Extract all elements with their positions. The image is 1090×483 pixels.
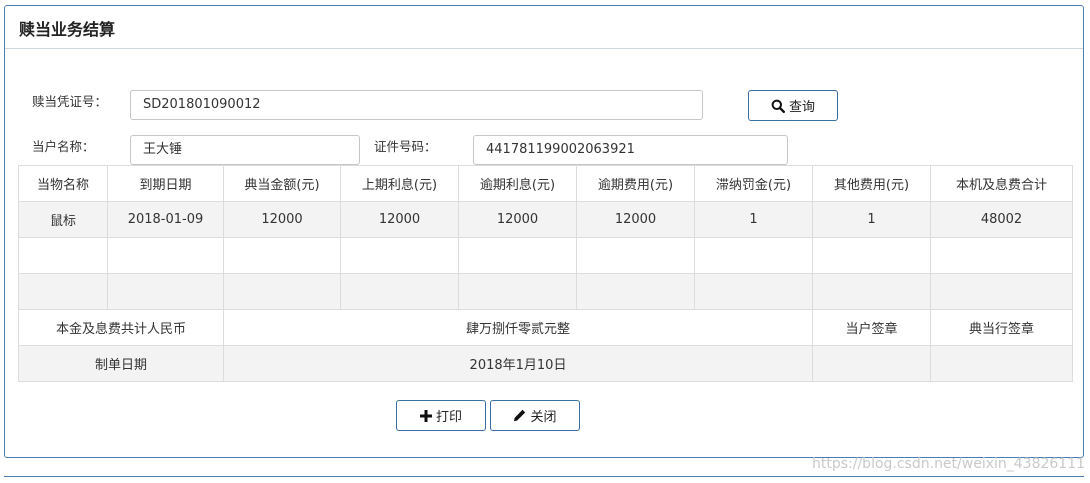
voucher-label: 赎当凭证号： xyxy=(32,94,108,109)
customer-label: 当户名称： xyxy=(32,139,95,154)
table-cell xyxy=(458,273,577,310)
total-amount-words: 肆万捌仟零贰元整 xyxy=(223,309,813,346)
id-number-input[interactable]: 441781199002063921 xyxy=(473,135,788,165)
plus-icon xyxy=(419,409,432,422)
table-cell: 鼠标 xyxy=(18,201,108,238)
date-row: 制单日期 2018年1月10日 xyxy=(18,345,1073,382)
column-header: 上期利息(元) xyxy=(340,165,459,202)
column-header: 其他费用(元) xyxy=(812,165,931,202)
customer-name-input[interactable]: 王大锤 xyxy=(130,135,360,165)
voucher-input[interactable]: SD201801090012 xyxy=(130,90,703,120)
table-cell: 12000 xyxy=(223,201,341,238)
total-label: 本金及息费共计人民币 xyxy=(18,309,224,346)
date-value: 2018年1月10日 xyxy=(223,345,813,382)
table-cell xyxy=(223,273,341,310)
table-cell: 12000 xyxy=(576,201,695,238)
id-number-label: 证件号码： xyxy=(374,139,437,154)
table-cell: 2018-01-09 xyxy=(107,201,224,238)
column-header: 本机及息费合计 xyxy=(930,165,1073,202)
table-cell: 12000 xyxy=(458,201,577,238)
table-cell xyxy=(576,273,695,310)
table-cell xyxy=(223,237,341,274)
table-row-empty xyxy=(18,273,1073,310)
close-button[interactable]: 关闭 xyxy=(490,400,580,431)
table-cell xyxy=(930,237,1073,274)
query-button[interactable]: 查询 xyxy=(748,90,838,121)
table-cell xyxy=(107,273,224,310)
pencil-icon xyxy=(513,409,526,422)
print-button[interactable]: 打印 xyxy=(396,400,486,431)
customer-signature-cell xyxy=(812,345,931,382)
table-cell: 1 xyxy=(694,201,813,238)
query-button-label: 查询 xyxy=(788,100,815,115)
table-cell xyxy=(694,237,813,274)
table-cell: 48002 xyxy=(930,201,1073,238)
table-cell xyxy=(812,237,931,274)
settlement-table: 当物名称 到期日期 典当金额(元) 上期利息(元) 逾期利息(元) 逾期费用(元… xyxy=(18,165,1073,382)
print-button-label: 打印 xyxy=(435,410,462,425)
table-header-row: 当物名称 到期日期 典当金额(元) 上期利息(元) 逾期利息(元) 逾期费用(元… xyxy=(18,165,1073,202)
table-cell xyxy=(694,273,813,310)
panel-header: 赎当业务结算 xyxy=(5,6,1083,49)
table-cell xyxy=(458,237,577,274)
table-cell xyxy=(812,273,931,310)
search-icon xyxy=(771,99,785,113)
customer-signature-label: 当户签章 xyxy=(812,309,931,346)
table-cell xyxy=(107,237,224,274)
panel-title: 赎当业务结算 xyxy=(19,20,116,39)
column-header: 典当金额(元) xyxy=(223,165,341,202)
shop-signature-label: 典当行签章 xyxy=(930,309,1073,346)
table-cell: 12000 xyxy=(340,201,459,238)
column-header: 逾期利息(元) xyxy=(458,165,577,202)
table-cell xyxy=(340,273,459,310)
column-header: 逾期费用(元) xyxy=(576,165,695,202)
table-cell: 1 xyxy=(812,201,931,238)
watermark: https://blog.csdn.net/weixin_43826111 xyxy=(812,456,1086,472)
table-cell xyxy=(18,237,108,274)
column-header: 当物名称 xyxy=(18,165,108,202)
column-header: 到期日期 xyxy=(107,165,224,202)
table-cell xyxy=(930,273,1073,310)
table-cell xyxy=(18,273,108,310)
table-cell xyxy=(340,237,459,274)
table-cell xyxy=(576,237,695,274)
date-label: 制单日期 xyxy=(18,345,224,382)
column-header: 滞纳罚金(元) xyxy=(694,165,813,202)
close-button-label: 关闭 xyxy=(530,410,557,425)
shop-signature-cell xyxy=(930,345,1073,382)
table-row: 鼠标 2018-01-09 12000 12000 12000 12000 1 … xyxy=(18,201,1073,238)
total-row: 本金及息费共计人民币 肆万捌仟零贰元整 当户签章 典当行签章 xyxy=(18,309,1073,346)
table-row-empty xyxy=(18,237,1073,274)
panel-bottom-border xyxy=(4,476,1084,477)
